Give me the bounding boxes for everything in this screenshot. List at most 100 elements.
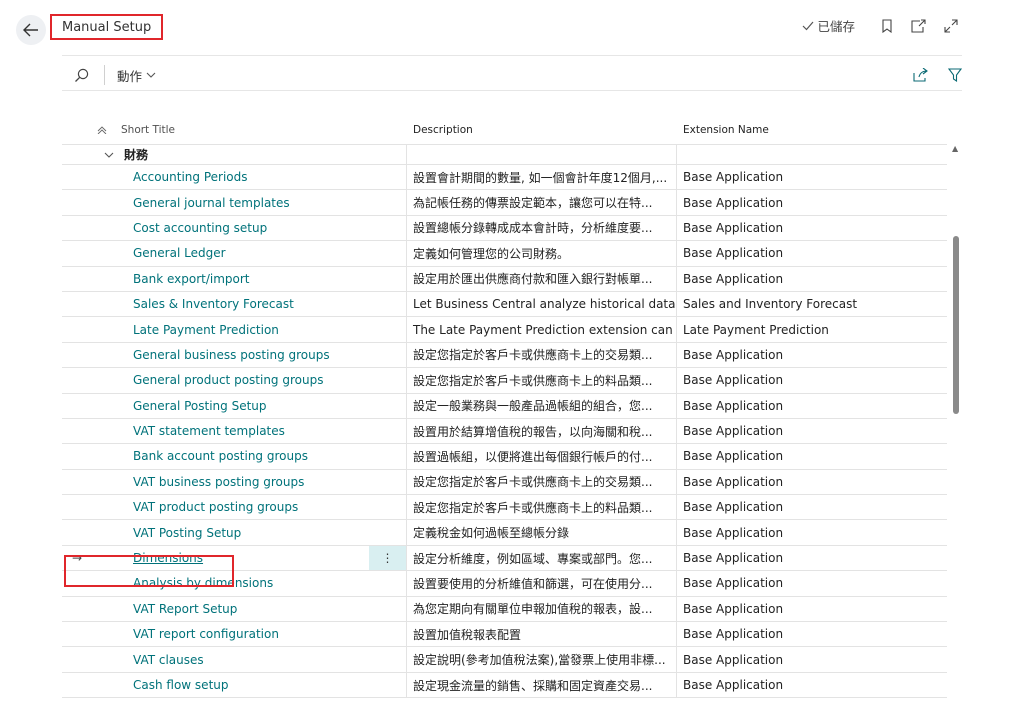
row-title-link[interactable]: Cash flow setup — [133, 678, 229, 692]
filter-button[interactable] — [948, 68, 962, 82]
title-cell[interactable]: Late Payment Prediction — [92, 317, 369, 341]
row-description: 設定說明(參考加值稅法案),當發票上使用非標... — [413, 653, 666, 668]
group-row[interactable]: 財務 — [62, 144, 947, 165]
row-title-link[interactable]: General Posting Setup — [133, 399, 267, 413]
vertical-scrollbar[interactable]: ▲ — [950, 140, 962, 715]
row-marker — [62, 495, 92, 519]
title-cell[interactable]: Cost accounting setup — [92, 216, 369, 240]
row-title-link[interactable]: General product posting groups — [133, 373, 323, 387]
search-button[interactable] — [68, 62, 94, 88]
description-cell: 定義稅金如何過帳至總帳分錄 — [407, 520, 677, 545]
title-cell[interactable]: Sales & Inventory Forecast — [92, 292, 369, 316]
column-header-short-title[interactable]: Short Title — [92, 124, 369, 136]
title-cell[interactable]: Bank account posting groups — [92, 444, 369, 468]
title-cell[interactable]: VAT business posting groups — [92, 470, 369, 494]
column-header-description[interactable]: Description — [407, 124, 677, 136]
row-title-link[interactable]: VAT statement templates — [133, 424, 285, 438]
back-arrow-icon — [23, 23, 38, 37]
back-button[interactable] — [16, 15, 46, 45]
table-row[interactable]: General product posting groups 設定您指定於客戶卡或… — [62, 368, 947, 394]
title-cell[interactable]: General Ledger — [92, 241, 369, 265]
row-title-link[interactable]: Analysis by dimensions — [133, 576, 273, 590]
title-cell[interactable]: VAT Report Setup — [92, 597, 369, 621]
row-title-link[interactable]: VAT Report Setup — [133, 602, 237, 616]
row-title-link[interactable]: General journal templates — [133, 196, 290, 210]
table-row[interactable]: Bank account posting groups 設置過帳組，以便將進出每個… — [62, 444, 947, 470]
expand-button[interactable] — [944, 18, 958, 33]
row-menu-cell[interactable]: ⋮ — [369, 545, 407, 571]
table-row[interactable]: VAT report configuration 設置加值稅報表配置 Base Ap… — [62, 622, 947, 648]
extension-cell: Base Application — [677, 165, 947, 189]
table-row[interactable]: VAT product posting groups 設定您指定於客戶卡或供應商卡… — [62, 495, 947, 521]
title-cell[interactable]: VAT Posting Setup — [92, 520, 369, 544]
table-row[interactable]: General Ledger 定義如何管理您的公司財務。 Base Applicat… — [62, 241, 947, 267]
table-row[interactable]: VAT statement templates 設置用於結算增值稅的報告，以向海關… — [62, 418, 947, 445]
description-cell: 設定您指定於客戶卡或供應商卡上的料品類... — [407, 495, 677, 520]
row-title-link[interactable]: Bank export/import — [133, 272, 250, 286]
extension-cell — [677, 145, 947, 164]
row-title-link[interactable]: Accounting Periods — [133, 170, 248, 184]
row-marker — [62, 190, 92, 214]
table-row[interactable]: Accounting Periods 設置會計期間的數量, 如一個會計年度12個月… — [62, 165, 947, 191]
row-title-link[interactable]: VAT clauses — [133, 653, 204, 667]
title-cell[interactable]: General product posting groups — [92, 368, 369, 392]
title-cell[interactable]: VAT statement templates — [92, 419, 369, 443]
table-row[interactable]: VAT Report Setup 為您定期向有關單位申報加值稅的報表，設... Ba… — [62, 596, 947, 623]
row-title-link[interactable]: General business posting groups — [133, 348, 330, 362]
title-cell[interactable]: Accounting Periods — [92, 165, 369, 189]
row-description: 設定您指定於客戶卡或供應商卡上的料品類... — [413, 500, 653, 515]
scrollbar-thumb[interactable] — [953, 236, 959, 414]
row-title-link[interactable]: Late Payment Prediction — [133, 323, 279, 337]
row-title-link[interactable]: Dimensions — [133, 551, 203, 565]
title-cell[interactable]: General journal templates — [92, 190, 369, 214]
column-header-extension-name[interactable]: Extension Name — [677, 124, 947, 136]
row-extension: Base Application — [683, 424, 784, 439]
title-cell[interactable]: General Posting Setup — [92, 394, 369, 418]
table-row[interactable]: VAT clauses 設定說明(參考加值稅法案),當發票上使用非標... Base… — [62, 647, 947, 673]
share-button[interactable] — [913, 68, 928, 82]
row-title-link[interactable]: Sales & Inventory Forecast — [133, 297, 294, 311]
title-cell[interactable]: General business posting groups — [92, 343, 369, 367]
title-cell[interactable]: Bank export/import — [92, 267, 369, 291]
setup-grid: Short Title Description Extension Name 財… — [62, 115, 947, 699]
table-row[interactable]: General business posting groups 設定您指定於客戶卡… — [62, 342, 947, 369]
title-cell[interactable]: Dimensions — [92, 546, 369, 570]
bookmark-button[interactable] — [881, 18, 893, 33]
row-title-link[interactable]: VAT business posting groups — [133, 475, 304, 489]
title-cell[interactable]: Cash flow setup — [92, 673, 369, 697]
title-cell[interactable]: VAT product posting groups — [92, 495, 369, 519]
actions-menu[interactable]: 動作 — [117, 66, 156, 85]
table-row[interactable]: Bank export/import 設定用於匯出供應商付款和匯入銀行對帳單...… — [62, 266, 947, 292]
open-new-window-button[interactable] — [911, 18, 926, 33]
title-cell[interactable]: Analysis by dimensions — [92, 571, 369, 595]
row-title-link[interactable]: VAT Posting Setup — [133, 526, 241, 540]
bookmark-icon — [882, 18, 892, 33]
row-marker — [62, 673, 92, 697]
table-row[interactable]: Late Payment Prediction The Late Payment … — [62, 317, 947, 343]
row-marker — [62, 317, 92, 341]
table-row[interactable]: Sales & Inventory Forecast Let Business C… — [62, 291, 947, 318]
row-marker — [62, 394, 92, 418]
table-row[interactable]: General journal templates 為記帳任務的傳票設定範本，讓您… — [62, 190, 947, 216]
table-row[interactable]: Cash flow setup 設定現金流量的銷售、採購和固定資產交易... Bas… — [62, 672, 947, 699]
row-actions-menu-icon[interactable]: ⋮ — [369, 546, 406, 571]
row-title-link[interactable]: General Ledger — [133, 246, 226, 260]
row-description: 設置加值稅報表配置 — [413, 627, 522, 642]
table-row[interactable]: → Dimensions ⋮ 設定分析維度，例如區域、專案或部門。您... Base A… — [62, 545, 947, 572]
table-row[interactable]: VAT Posting Setup 定義稅金如何過帳至總帳分錄 Base Appli… — [62, 520, 947, 546]
row-marker — [62, 292, 92, 316]
table-row[interactable]: Cost accounting setup 設置總帳分錄轉成成本會計時，分析維度要… — [62, 215, 947, 242]
table-row[interactable]: Analysis by dimensions 設置要使用的分析維值和篩選，可在使用… — [62, 571, 947, 597]
row-description: 為您定期向有關單位申報加值稅的報表，設... — [413, 602, 653, 617]
group-title-cell[interactable]: 財務 — [92, 145, 369, 164]
row-title-link[interactable]: VAT product posting groups — [133, 500, 298, 514]
scroll-up-icon[interactable]: ▲ — [952, 144, 958, 153]
extension-cell: Base Application — [677, 444, 947, 468]
table-row[interactable]: General Posting Setup 設定一般業務與一般產品過帳組的組合，您… — [62, 393, 947, 419]
row-title-link[interactable]: VAT report configuration — [133, 627, 279, 641]
title-cell[interactable]: VAT clauses — [92, 647, 369, 671]
row-title-link[interactable]: Bank account posting groups — [133, 449, 308, 463]
title-cell[interactable]: VAT report configuration — [92, 622, 369, 646]
table-row[interactable]: VAT business posting groups 設定您指定於客戶卡或供應商… — [62, 469, 947, 496]
row-title-link[interactable]: Cost accounting setup — [133, 221, 267, 235]
